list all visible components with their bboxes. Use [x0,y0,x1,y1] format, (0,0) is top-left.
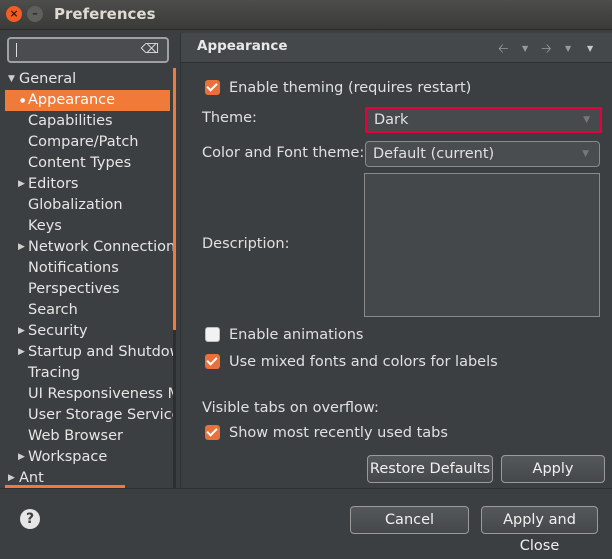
tree-item-label: Capabilities [28,113,113,129]
tree-item-search[interactable]: Search [5,300,173,321]
tree-item-content-types[interactable]: Content Types [5,153,173,174]
page-header: Appearance 🡠 ▼ 🡢 ▼ ▼ [181,33,612,63]
theme-select[interactable]: Dark ▼ [365,107,602,133]
tree-item-label: Compare/Patch [28,134,139,150]
show-recent-tabs-label: Show most recently used tabs [229,425,448,441]
tree-scroll-thumb[interactable] [173,68,176,330]
footer-separator [0,488,612,489]
title-bar: × – Preferences [0,0,612,30]
help-icon[interactable]: ? [20,509,40,529]
back-arrow-icon[interactable]: 🡠 [498,40,509,62]
tree-item-perspectives[interactable]: Perspectives [5,279,173,300]
tree-item-label: Editors [28,176,79,192]
chevron-down-icon[interactable]: ▼ [582,142,589,166]
tree-item-label: Workspace [28,449,108,465]
tree-item-label: Startup and Shutdown [28,344,173,360]
collapsed-arrow-icon[interactable]: ▶ [18,237,25,258]
collapsed-arrow-icon[interactable]: ▶ [18,321,25,342]
tree-item-label: Tracing [28,365,80,381]
minimize-window-button[interactable]: – [27,6,43,22]
tree-item-workspace[interactable]: ▶ Workspace [5,447,173,468]
clear-icon[interactable]: ⌫ [141,42,159,57]
tree-item-label: General [19,71,77,87]
tree-item-label: Content Types [28,155,132,171]
checkbox-box[interactable] [205,425,220,440]
forward-arrow-icon[interactable]: 🡢 [541,40,552,62]
tree-item-startup-and-shutdown[interactable]: ▶ Startup and Shutdown [5,342,173,363]
collapsed-arrow-icon[interactable]: ▶ [18,447,25,468]
color-font-theme-select[interactable]: Default (current) ▼ [365,141,600,167]
tree-item-label: UI Responsiveness Monitoring [28,386,173,402]
tree-item-editors[interactable]: ▶ Editors [5,174,173,195]
description-label: Description: [202,236,290,252]
tree-item-label: Notifications [28,260,119,276]
tree-item-notifications[interactable]: Notifications [5,258,173,279]
expanded-arrow-icon[interactable]: ▼ [8,69,15,90]
cancel-button[interactable]: Cancel [350,506,469,534]
apply-button[interactable]: Apply [501,455,605,483]
checkbox-box[interactable] [205,80,220,95]
mixed-fonts-label: Use mixed fonts and colors for labels [229,354,498,370]
tree-item-label: Network Connections [28,239,173,255]
tree-vertical-scrollbar[interactable] [173,68,176,488]
view-menu-icon[interactable]: ▼ [587,44,593,53]
apply-and-close-button[interactable]: Apply and Close [481,506,598,554]
tree-item-compare-patch[interactable]: Compare/Patch [5,132,173,153]
visible-tabs-label: Visible tabs on overflow: [202,400,379,416]
description-textarea[interactable] [364,173,600,317]
filter-input[interactable]: ⌫ [7,37,169,63]
page-title: Appearance [197,38,288,54]
tree-item-user-storage-service[interactable]: User Storage Service [5,405,173,426]
forward-menu-icon[interactable]: ▼ [565,44,571,53]
close-window-button[interactable]: × [6,6,22,22]
tree-item-label: Appearance [28,92,116,108]
tree-item-tracing[interactable]: Tracing [5,363,173,384]
checkbox-box[interactable] [205,354,220,369]
tree-item-label: Perspectives [28,281,120,297]
text-cursor [16,43,17,57]
tree-item-label: Keys [28,218,62,234]
tree-item-network-connections[interactable]: ▶ Network Connections [5,237,173,258]
tree-item-label: Security [28,323,88,339]
tree-item-globalization[interactable]: Globalization [5,195,173,216]
collapsed-arrow-icon[interactable]: ▶ [18,174,25,195]
chevron-down-icon[interactable]: ▼ [583,109,590,131]
preferences-tree[interactable]: ▼ General ● Appearance Capabilities Comp… [5,68,173,488]
collapsed-arrow-icon[interactable]: ▶ [18,342,25,363]
tree-item-label: Search [28,302,78,318]
enable-animations-label: Enable animations [229,327,364,343]
pane-divider[interactable] [180,33,181,488]
back-menu-icon[interactable]: ▼ [522,44,528,53]
theme-label: Theme: [202,110,257,126]
checkbox-box[interactable] [205,327,220,342]
tree-item-appearance[interactable]: ● Appearance [5,90,170,111]
tree-item-security[interactable]: ▶ Security [5,321,173,342]
color-font-theme-value: Default (current) [373,146,495,162]
tree-item-label: User Storage Service [28,407,173,423]
leaf-marker-icon: ● [20,97,26,104]
tree-item-ui-responsiveness[interactable]: UI Responsiveness Monitoring [5,384,173,405]
enable-theming-label: Enable theming (requires restart) [229,80,472,96]
tree-item-capabilities[interactable]: Capabilities [5,111,173,132]
tree-item-general[interactable]: ▼ General [5,69,173,90]
theme-select-value: Dark [374,112,409,128]
restore-defaults-button[interactable]: Restore Defaults [367,455,493,483]
tree-item-web-browser[interactable]: Web Browser [5,426,173,447]
window-title: Preferences [54,5,156,23]
tree-item-label: Web Browser [28,428,123,444]
tree-item-label: Globalization [28,197,123,213]
color-font-theme-label: Color and Font theme: [202,145,365,161]
tree-item-keys[interactable]: Keys [5,216,173,237]
